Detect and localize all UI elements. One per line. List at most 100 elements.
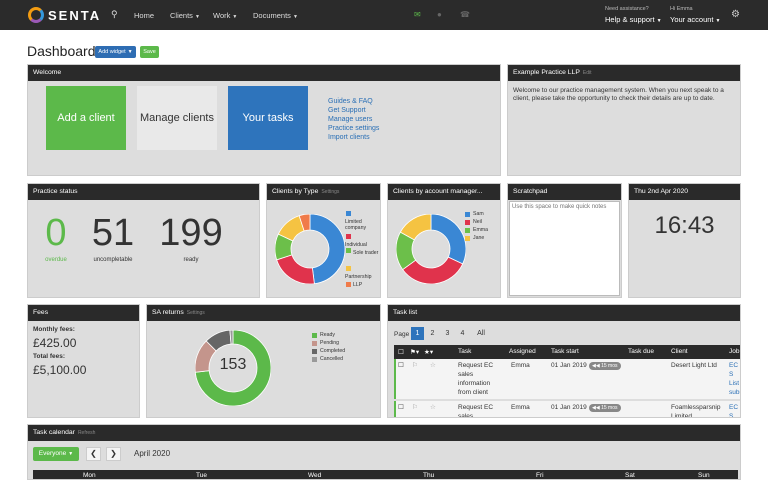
nav-work[interactable]: Work ▼ xyxy=(213,11,237,20)
nav-home[interactable]: Home xyxy=(134,11,154,20)
clients-by-manager-widget: Clients by account manager... Sam Neil E… xyxy=(387,183,501,298)
legend-swatch-ready xyxy=(312,333,317,338)
ready-count[interactable]: 199 xyxy=(151,212,231,255)
col-client[interactable]: Client xyxy=(671,348,688,355)
page-1-button[interactable]: 1 xyxy=(411,327,424,340)
page-4-button[interactable]: 4 xyxy=(456,327,469,340)
overdue-badge: ◀◀ 15 mos xyxy=(589,362,621,370)
page-2-button[interactable]: 2 xyxy=(426,327,439,340)
your-tasks-tile[interactable]: Your tasks xyxy=(228,86,308,150)
task-job[interactable]: EC S List subr xyxy=(729,361,740,397)
clients-by-manager-chart[interactable] xyxy=(396,214,466,284)
help-menu[interactable]: Help & support ▼ xyxy=(605,15,662,24)
search-icon[interactable]: ⚲ xyxy=(111,9,118,20)
clock-widget: Thu 2nd Apr 2020 16:43 xyxy=(628,183,741,298)
legend-partnership: Partnership xyxy=(345,274,372,280)
table-row[interactable]: ☐ ⚐ ☆ Request EC sales Emma 01 Jan 2019 … xyxy=(394,401,740,417)
clients-by-type-settings-link[interactable]: Settings xyxy=(321,189,339,195)
manage-users-link[interactable]: Manage users xyxy=(328,116,372,123)
task-job[interactable]: EC S List xyxy=(729,403,740,417)
greeting-label: Hi Emma xyxy=(670,6,693,12)
calendar-next-button[interactable]: ❯ xyxy=(106,447,121,461)
legend-swatch-completed xyxy=(312,349,317,354)
star-icon[interactable]: ☆ xyxy=(430,361,436,370)
page-label: Page xyxy=(394,331,410,338)
table-row[interactable]: ☐ ⚐ ☆ Request EC sales information from … xyxy=(394,359,740,399)
total-fees-value: £5,100.00 xyxy=(33,363,87,377)
task-name[interactable]: Request EC sales xyxy=(458,403,502,417)
legend-swatch-cancelled xyxy=(312,357,317,362)
type-slice-1[interactable] xyxy=(276,254,315,284)
nav-clients[interactable]: Clients ▼ xyxy=(170,11,200,20)
task-list-widget: Task list Page 1 2 3 4 All ☐ ⚑▾ ★▾ Task … xyxy=(387,304,741,418)
col-job[interactable]: Job xyxy=(729,348,739,355)
legend-swatch-jane xyxy=(465,236,470,241)
page-all-button[interactable]: All xyxy=(473,327,489,340)
settings-gear-icon[interactable]: ⚙ xyxy=(731,9,740,20)
day-mon: Mon xyxy=(83,472,96,479)
nav-documents[interactable]: Documents ▼ xyxy=(253,11,298,20)
flag-sort-icon[interactable]: ⚑▾ xyxy=(410,348,419,356)
type-slice-0[interactable] xyxy=(309,214,345,284)
star-sort-icon[interactable]: ★▾ xyxy=(424,348,433,356)
star-icon[interactable]: ☆ xyxy=(430,403,436,412)
legend-swatch-limited xyxy=(346,211,351,216)
phone-icon[interactable]: ☎ xyxy=(460,10,470,19)
flag-icon[interactable]: ⚐ xyxy=(412,361,418,370)
calendar-refresh-link[interactable]: Refresh xyxy=(78,430,96,436)
scratchpad-textarea[interactable] xyxy=(509,201,620,296)
legend-pending: Pending xyxy=(320,340,340,346)
row-checkbox[interactable]: ☐ xyxy=(398,403,404,412)
fees-widget: Fees Monthly fees: £425.00 Total fees: £… xyxy=(27,304,140,418)
practice-status-header: Practice status xyxy=(28,184,259,200)
clients-by-type-widget: Clients by Type Settings Limited company … xyxy=(266,183,381,298)
total-fees-label: Total fees: xyxy=(33,353,66,360)
task-list-header: Task list xyxy=(388,305,740,321)
legend-llp: LLP xyxy=(353,282,363,288)
overdue-count[interactable]: 0 xyxy=(34,212,78,255)
page-title: Dashboard xyxy=(27,43,96,59)
task-name[interactable]: Request EC sales information from client xyxy=(458,361,502,397)
legend-cancelled: Cancelled xyxy=(320,356,344,362)
import-clients-link[interactable]: Import clients xyxy=(328,134,370,141)
save-button[interactable]: Save xyxy=(140,46,159,58)
globe-icon[interactable]: ● xyxy=(437,10,442,19)
uncompletable-count[interactable]: 51 xyxy=(83,212,143,255)
manager-slice-0[interactable] xyxy=(430,214,466,265)
senta-logo[interactable]: SENTA xyxy=(28,7,101,23)
account-menu[interactable]: Your account ▼ xyxy=(670,15,720,24)
task-table-header: ☐ ⚑▾ ★▾ Task Assigned Task start Task du… xyxy=(394,345,740,359)
everyone-filter-dropdown[interactable]: Everyone ▼ xyxy=(33,447,79,461)
calendar-days-row: Mon Tue Wed Thu Fri Sat Sun xyxy=(33,470,738,479)
select-all-checkbox[interactable]: ☐ xyxy=(398,348,404,356)
add-widget-button[interactable]: Add widget ▼ xyxy=(95,46,136,58)
add-client-tile[interactable]: Add a client xyxy=(46,86,126,150)
task-start: 01 Jan 2019 xyxy=(551,362,587,369)
flag-icon[interactable]: ⚐ xyxy=(412,403,418,412)
task-client[interactable]: Desert Light Ltd xyxy=(671,361,717,370)
page-3-button[interactable]: 3 xyxy=(441,327,454,340)
guides-faq-link[interactable]: Guides & FAQ xyxy=(328,98,373,105)
logo-icon xyxy=(28,7,44,23)
task-client[interactable]: Foamlessparsnip Limited xyxy=(671,403,726,417)
day-thu: Thu xyxy=(423,472,435,479)
manage-clients-tile[interactable]: Manage clients xyxy=(137,86,217,150)
mail-icon[interactable]: ✉ xyxy=(414,10,421,19)
col-task-start[interactable]: Task start xyxy=(551,348,579,355)
edit-link[interactable]: Edit xyxy=(583,70,592,76)
legend-completed: Completed xyxy=(320,348,346,354)
sa-returns-widget: SA returns Settings 153 Ready Pending Com… xyxy=(146,304,381,418)
clients-by-type-chart[interactable] xyxy=(275,214,345,284)
row-checkbox[interactable]: ☐ xyxy=(398,361,404,370)
practice-settings-link[interactable]: Practice settings xyxy=(328,125,379,132)
col-task-due[interactable]: Task due xyxy=(628,348,654,355)
get-support-link[interactable]: Get Support xyxy=(328,107,366,114)
overdue-label: overdue xyxy=(45,257,67,263)
practice-message: Welcome to our practice management syste… xyxy=(513,87,724,102)
calendar-prev-button[interactable]: ❮ xyxy=(86,447,101,461)
col-task[interactable]: Task xyxy=(458,348,471,355)
legend-swatch-sam xyxy=(465,212,470,217)
welcome-header: Welcome xyxy=(28,65,500,81)
col-assigned[interactable]: Assigned xyxy=(509,348,536,355)
sa-returns-settings-link[interactable]: Settings xyxy=(187,310,205,316)
